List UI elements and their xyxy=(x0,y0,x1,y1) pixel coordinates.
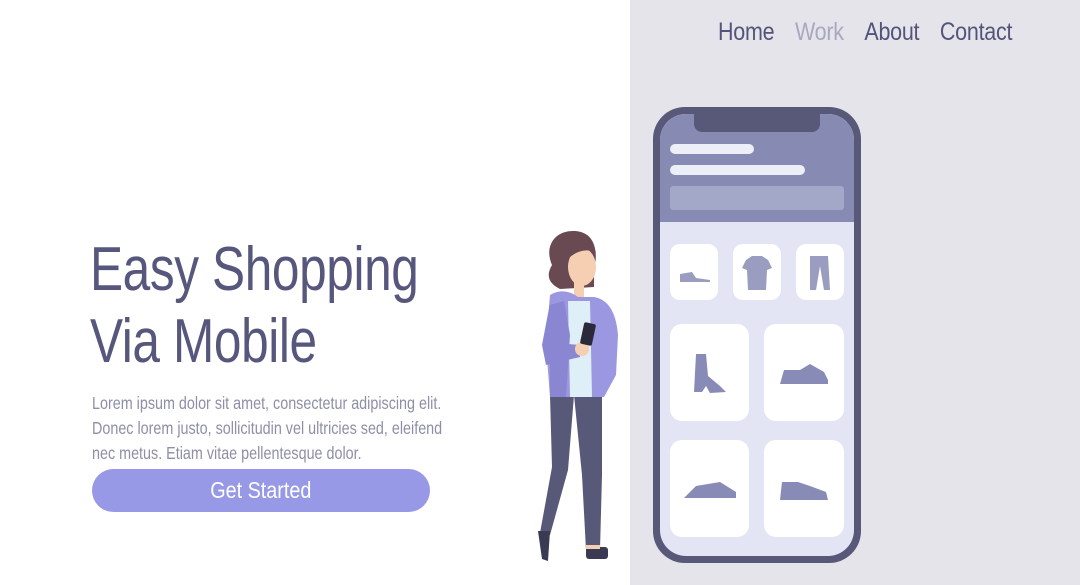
product-tile-sneaker-3[interactable] xyxy=(764,440,844,537)
nav-link-home[interactable]: Home xyxy=(718,18,775,47)
hero-title-line-2: Via Mobile xyxy=(90,307,317,376)
product-tile-pants[interactable] xyxy=(796,244,844,300)
product-tile-shoe[interactable] xyxy=(670,244,718,300)
get-started-button[interactable]: Get Started xyxy=(92,469,430,512)
get-started-label: Get Started xyxy=(210,477,312,503)
nav-link-contact[interactable]: Contact xyxy=(940,18,1013,47)
product-tile-tshirt[interactable] xyxy=(733,244,781,300)
product-tile-sneaker-1[interactable] xyxy=(764,324,844,421)
hero-description: Lorem ipsum dolor sit amet, consectetur … xyxy=(92,393,443,463)
main-nav: Home Work About Contact xyxy=(718,18,1012,47)
nav-link-work[interactable]: Work xyxy=(795,18,844,47)
hero-title-line-1: Easy Shopping xyxy=(90,235,419,304)
product-tile-boot[interactable] xyxy=(670,324,749,421)
phone-illustration xyxy=(653,107,861,563)
nav-link-about[interactable]: About xyxy=(864,18,919,47)
product-tile-sneaker-2[interactable] xyxy=(670,440,749,537)
woman-with-phone-illustration xyxy=(538,230,618,561)
hero-title: Easy Shopping Via Mobile xyxy=(90,234,419,378)
